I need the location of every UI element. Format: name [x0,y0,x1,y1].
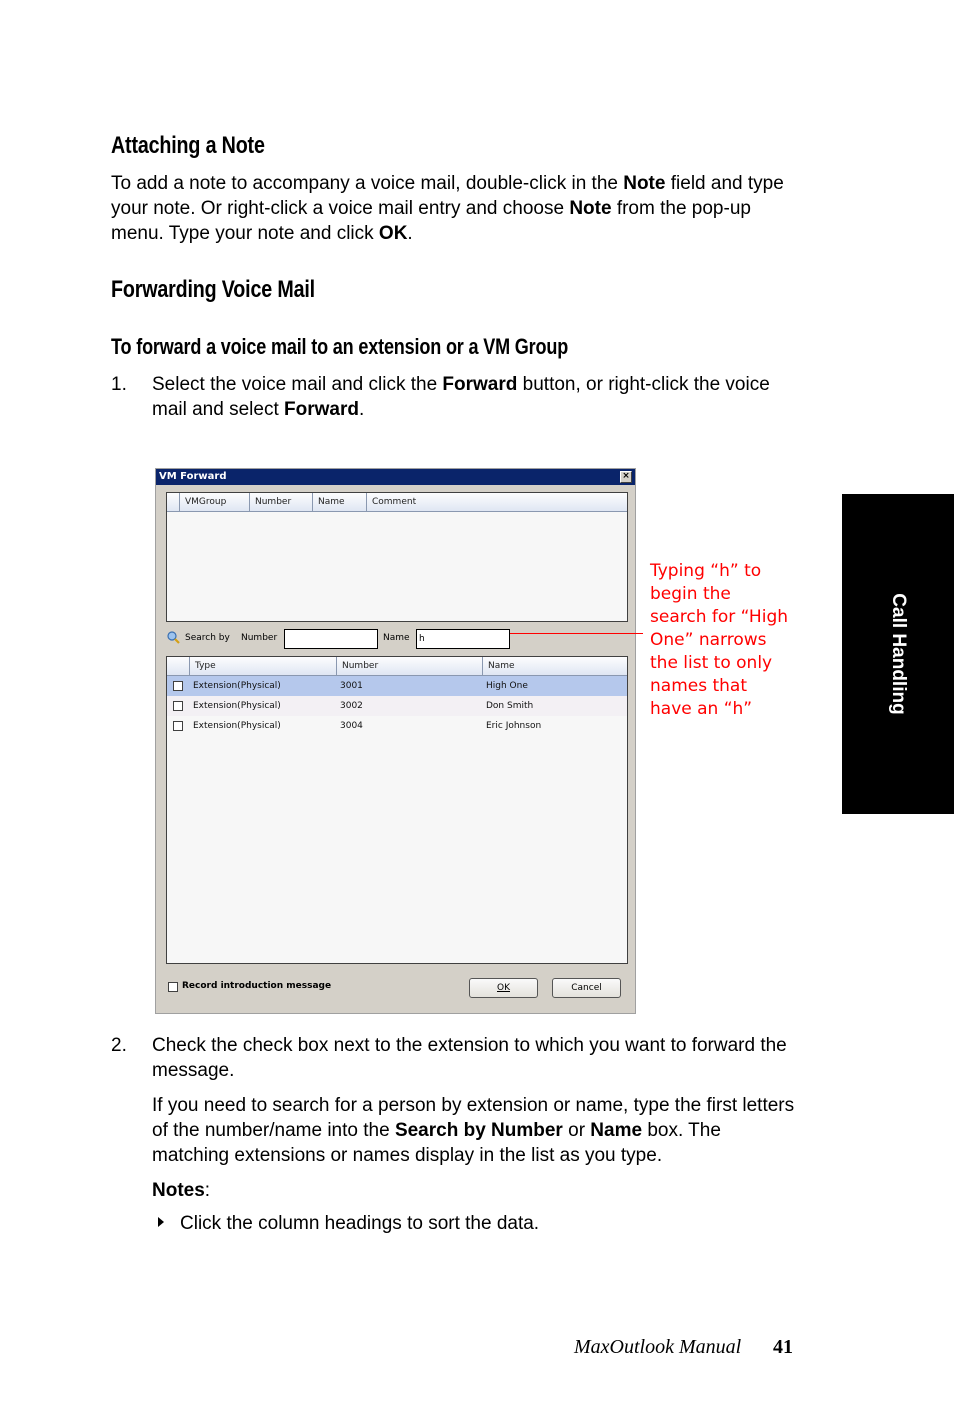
text-run: . [407,223,413,244]
bold-term: Name [590,1120,643,1141]
column-header-name[interactable]: Name [312,493,366,511]
cancel-button[interactable]: Cancel [552,978,621,998]
text-run: To add a note to accompany a voice mail,… [111,173,624,194]
cancel-button-label: Cancel [571,983,602,993]
heading-forwarding: Forwarding Voice Mail [111,276,315,303]
step2-search-paragraph: If you need to search for a person by ex… [152,1093,797,1168]
chapter-tab: Call Handling [842,494,954,814]
cell-type: Extension(Physical) [193,681,281,691]
bold-term: Forward [442,374,518,395]
page-number: 41 [773,1336,793,1358]
results-grid: Type Number Name Extension(Physical) 3001… [166,656,628,964]
search-by-label: Search by [185,633,230,643]
notes-colon: : [204,1180,211,1201]
table-row[interactable]: Extension(Physical) 3002 Don Smith [167,696,627,716]
table-row[interactable]: Extension(Physical) 3001 High One [167,676,627,696]
search-number-label: Number [241,633,278,643]
step1-text: Select the voice mail and click the Forw… [152,372,792,422]
column-header-comment[interactable]: Comment [366,493,627,511]
row-checkbox[interactable] [173,721,183,731]
bullet-arrow-icon [158,1217,164,1227]
text-run: Select the voice mail and click the [152,374,443,395]
dialog-title: VM Forward [159,471,227,482]
column-header-number[interactable]: Number [336,657,482,675]
cell-number: 3001 [340,681,363,691]
ok-button[interactable]: OK [469,978,538,998]
vm-forward-dialog: VM Forward × VMGroup Number Name Comment… [155,468,636,1014]
cell-type: Extension(Physical) [193,701,281,711]
bold-term: Note [623,173,666,194]
step2-text: Check the check box next to the extensio… [152,1035,787,1081]
step1-number: 1. [111,374,127,395]
cell-name: Eric Johnson [486,721,542,731]
note-item: Click the column headings to sort the da… [180,1213,540,1234]
row-checkbox[interactable] [173,681,183,691]
row-checkbox[interactable] [173,701,183,711]
cell-number: 3002 [340,701,363,711]
search-name-label: Name [383,633,410,643]
column-header-type[interactable]: Type [189,657,336,675]
cell-number: 3004 [340,721,363,731]
cell-name: High One [486,681,528,691]
vmgroup-grid: VMGroup Number Name Comment [166,492,628,622]
ok-button-label: OK [497,983,510,993]
vmgroup-grid-header: VMGroup Number Name Comment [167,493,627,512]
dialog-titlebar: VM Forward × [156,469,635,485]
cell-name: Don Smith [486,701,534,711]
heading-attaching-note: Attaching a Note [111,132,265,159]
record-intro-label: Record introduction message [182,981,332,991]
cell-type: Extension(Physical) [193,721,281,731]
column-header-number[interactable]: Number [249,493,312,511]
step2-number: 2. [111,1035,127,1056]
text-run: . [358,399,365,420]
chapter-tab-label: Call Handling [888,593,909,715]
bold-term: Forward [284,399,359,420]
bold-term: Search by Number [394,1120,563,1141]
search-name-input[interactable]: h [416,629,510,649]
attaching-note-paragraph: To add a note to accompany a voice mail,… [111,171,801,246]
record-intro-checkbox[interactable] [168,982,178,992]
notes-heading: Notes: [152,1178,210,1203]
column-header-vmgroup[interactable]: VMGroup [179,493,249,511]
footer-manual-title: MaxOutlook Manual [574,1336,742,1358]
column-header-name[interactable]: Name [482,657,627,675]
bold-term: OK [378,223,408,244]
search-icon [167,631,180,644]
bold-term: Note [569,198,612,219]
subheading-forward-procedure: To forward a voice mail to an extension … [111,334,569,359]
table-row[interactable]: Extension(Physical) 3004 Eric Johnson [167,716,627,736]
callout-annotation: Typing “h” to begin the search for “High… [650,561,789,719]
close-icon[interactable]: × [620,471,632,483]
notes-label: Notes [152,1180,205,1201]
results-grid-header: Type Number Name [167,657,627,676]
text-run: or [562,1120,591,1141]
callout-leader-line [510,633,643,634]
search-number-input[interactable] [284,629,378,649]
